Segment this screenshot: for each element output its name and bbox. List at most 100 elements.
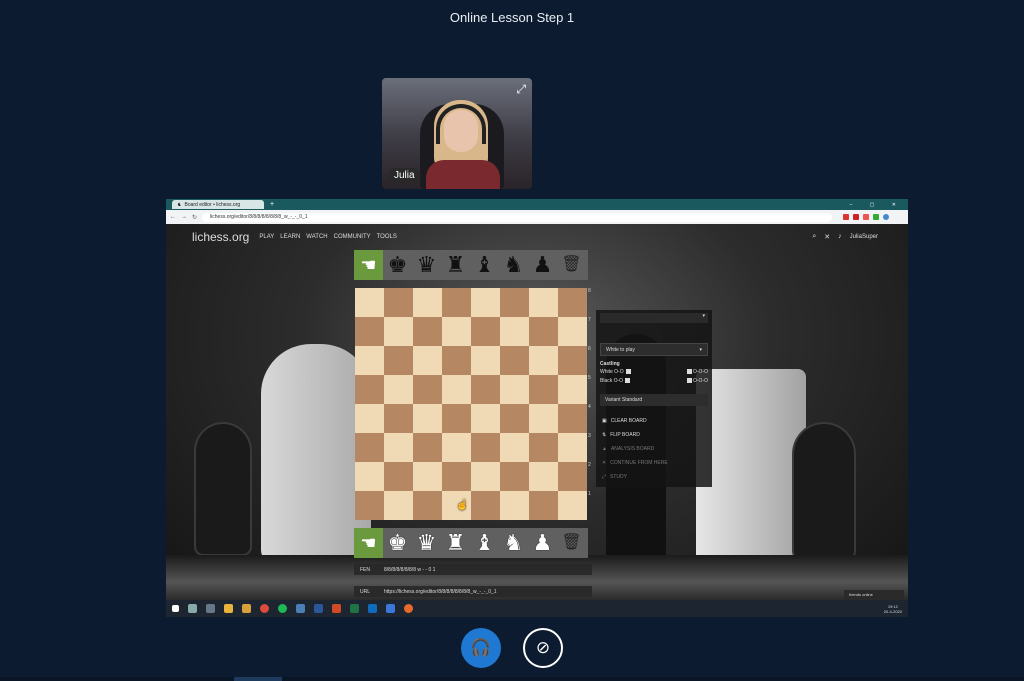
task-view-icon[interactable]: [206, 604, 215, 613]
window-controls-icon[interactable]: – ▢ ✕: [850, 202, 904, 208]
powerpoint-icon[interactable]: [332, 604, 341, 613]
back-icon[interactable]: ←: [170, 214, 176, 220]
board-square[interactable]: [529, 375, 558, 404]
board-square[interactable]: [413, 317, 442, 346]
white-queen-icon[interactable]: ♛: [412, 528, 441, 558]
nav-tools[interactable]: TOOLS: [377, 234, 397, 240]
board-square[interactable]: [471, 317, 500, 346]
fullscreen-icon[interactable]: ⤢: [516, 82, 526, 97]
app-icon[interactable]: [296, 604, 305, 613]
board-square[interactable]: [471, 404, 500, 433]
board-square[interactable]: [529, 433, 558, 462]
board-square[interactable]: [558, 375, 587, 404]
board-square[interactable]: [500, 346, 529, 375]
taskbar-clock[interactable]: 19:12 20-4-2020: [884, 604, 902, 614]
board-square[interactable]: [355, 462, 384, 491]
white-knight-icon[interactable]: ♞: [499, 528, 528, 558]
board-square[interactable]: [355, 491, 384, 520]
white-bishop-icon[interactable]: ♝: [470, 528, 499, 558]
folder-icon[interactable]: [242, 604, 251, 613]
user-menu[interactable]: JuliaSuper: [850, 234, 878, 240]
new-tab-icon[interactable]: +: [270, 201, 274, 208]
board-square[interactable]: [500, 288, 529, 317]
board-square[interactable]: [384, 375, 413, 404]
address-bar[interactable]: lichess.org/editor/8/8/8/8/8/8/8/8_w_-_-…: [202, 212, 833, 222]
board-square[interactable]: [558, 433, 587, 462]
board-square[interactable]: [442, 375, 471, 404]
board-square[interactable]: [500, 433, 529, 462]
black-queen-icon[interactable]: ♛: [412, 250, 441, 280]
board-square[interactable]: [558, 462, 587, 491]
board-square[interactable]: [500, 375, 529, 404]
forward-icon[interactable]: →: [181, 214, 187, 220]
board-square[interactable]: [442, 288, 471, 317]
board-square[interactable]: [529, 462, 558, 491]
board-square[interactable]: [384, 404, 413, 433]
nav-play[interactable]: PLAY: [259, 234, 274, 240]
board-square[interactable]: [413, 404, 442, 433]
excel-icon[interactable]: [350, 604, 359, 613]
black-pawn-icon[interactable]: ♟: [528, 250, 557, 280]
board-square[interactable]: [355, 288, 384, 317]
extension-icon[interactable]: [863, 214, 870, 220]
white-rook-icon[interactable]: ♜: [441, 528, 470, 558]
board-square[interactable]: [384, 317, 413, 346]
board-square[interactable]: [442, 404, 471, 433]
board-square[interactable]: [471, 491, 500, 520]
white-pawn-icon[interactable]: ♟: [528, 528, 557, 558]
fen-input[interactable]: 8/8/8/8/8/8/8/8 w - - 0 1: [384, 567, 435, 573]
board-square[interactable]: [384, 462, 413, 491]
position-select[interactable]: ▾: [600, 313, 708, 323]
board-square[interactable]: [413, 433, 442, 462]
black-king-icon[interactable]: ♚: [383, 250, 412, 280]
browser-tab[interactable]: ♞ Board editor • lichess.org: [172, 200, 264, 209]
chess-board[interactable]: [355, 288, 587, 520]
study-button[interactable]: ⤢ STUDY: [600, 470, 708, 484]
board-square[interactable]: [355, 433, 384, 462]
video-off-icon[interactable]: ⊘: [523, 628, 563, 668]
flip-board-button[interactable]: ⇅ FLIP BOARD: [600, 428, 708, 442]
headset-icon[interactable]: 🎧: [461, 628, 501, 668]
close-icon[interactable]: ✕: [824, 233, 830, 241]
profile-icon[interactable]: [883, 214, 890, 220]
search-icon[interactable]: ⌕: [812, 233, 816, 241]
board-square[interactable]: [355, 317, 384, 346]
board-square[interactable]: [558, 491, 587, 520]
word-doc-icon[interactable]: [386, 604, 395, 613]
nav-watch[interactable]: WATCH: [306, 234, 327, 240]
nav-learn[interactable]: LEARN: [280, 234, 300, 240]
pointer-tool-icon[interactable]: ☚: [354, 528, 383, 558]
search-icon[interactable]: [188, 604, 197, 613]
black-bishop-icon[interactable]: ♝: [470, 250, 499, 280]
white-king-icon[interactable]: ♚: [383, 528, 412, 558]
start-icon[interactable]: [172, 605, 179, 612]
friends-online-button[interactable]: friends online: [844, 590, 904, 600]
board-square[interactable]: [442, 462, 471, 491]
board-square[interactable]: [384, 288, 413, 317]
spotify-icon[interactable]: [278, 604, 287, 613]
url-input[interactable]: https://lichess.org/editor/8/8/8/8/8/8/8…: [384, 589, 497, 595]
board-square[interactable]: [413, 375, 442, 404]
board-square[interactable]: [529, 317, 558, 346]
extension-icon[interactable]: [843, 214, 850, 220]
board-square[interactable]: [442, 346, 471, 375]
board-square[interactable]: [558, 346, 587, 375]
chrome-icon[interactable]: [260, 604, 269, 613]
board-square[interactable]: [529, 346, 558, 375]
board-square[interactable]: [500, 462, 529, 491]
board-square[interactable]: [442, 317, 471, 346]
board-square[interactable]: [355, 404, 384, 433]
clear-board-button[interactable]: ▣ CLEAR BOARD: [600, 414, 708, 428]
continue-from-here-button[interactable]: ✕ CONTINUE FROM HERE: [600, 456, 708, 470]
board-square[interactable]: [384, 433, 413, 462]
board-square[interactable]: [413, 288, 442, 317]
white-short-castle-checkbox[interactable]: [625, 369, 631, 375]
board-square[interactable]: [558, 404, 587, 433]
site-logo[interactable]: lichess.org: [192, 230, 249, 244]
board-square[interactable]: [500, 404, 529, 433]
pointer-tool-icon[interactable]: ☚: [354, 250, 383, 280]
extension-icon[interactable]: [873, 214, 880, 220]
board-square[interactable]: [500, 491, 529, 520]
analysis-board-button[interactable]: ▲ ANALYSIS BOARD: [600, 442, 708, 456]
variant-select[interactable]: Variant Standard: [600, 394, 708, 406]
